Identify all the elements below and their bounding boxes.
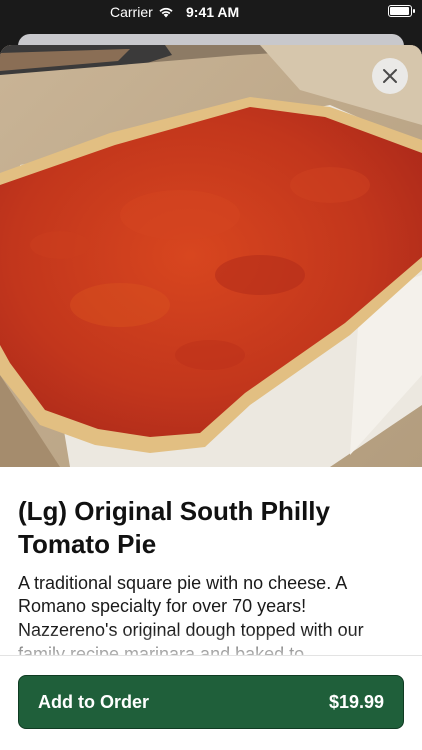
wifi-icon (159, 7, 173, 18)
item-title: (Lg) Original South Philly Tomato Pie (18, 496, 330, 560)
carrier-label: Carrier (110, 4, 153, 20)
item-photo (0, 45, 422, 467)
item-detail-modal: (Lg) Original South Philly Tomato Pie A … (0, 45, 422, 750)
clock: 9:41 AM (186, 4, 240, 20)
close-icon (383, 69, 397, 83)
tomato-pie-image (0, 45, 422, 467)
status-bar: Carrier 9:41 AM (0, 0, 422, 24)
add-to-order-label: Add to Order (38, 691, 149, 712)
item-price: $19.99 (328, 691, 384, 712)
bottom-action-bar: Add to Order $19.99 (0, 655, 422, 750)
carrier-group: Carrier (110, 4, 174, 20)
add-to-order-button[interactable]: Add to Order $19.99 (18, 675, 404, 729)
app-screen: Carrier 9:41 AM (Lg) Original South Phil… (0, 0, 422, 750)
battery-icon (388, 5, 415, 17)
close-button[interactable] (372, 58, 408, 94)
